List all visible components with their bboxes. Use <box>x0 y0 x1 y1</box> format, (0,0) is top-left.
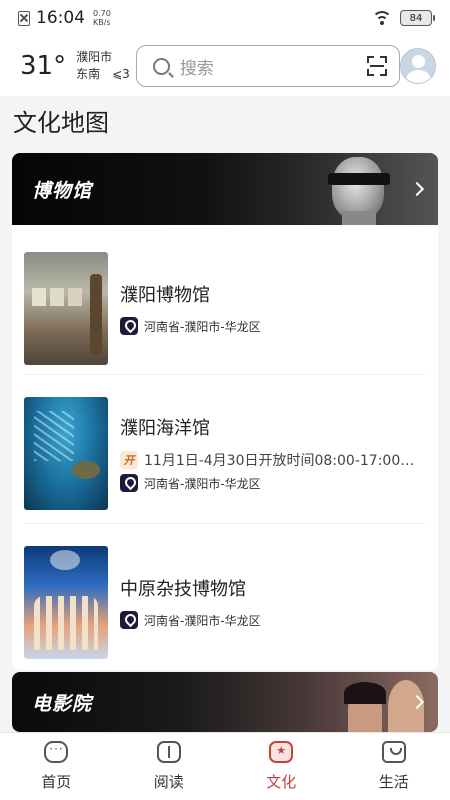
location-icon <box>120 611 138 629</box>
tab-read[interactable]: 阅读 <box>113 733 226 800</box>
cinema-banner[interactable]: 电影院 <box>12 672 438 732</box>
scan-icon[interactable] <box>366 56 387 76</box>
item-name: 濮阳博物馆 <box>120 285 210 306</box>
item-location: 河南省-濮阳市-华龙区 <box>144 476 261 491</box>
museum-section-title: 博物馆 <box>32 179 93 202</box>
city-name: 濮阳市 <box>76 50 113 64</box>
item-name: 中原杂技博物馆 <box>120 579 246 600</box>
tab-label: 文化 <box>266 773 297 791</box>
location-icon <box>120 317 138 335</box>
tab-culture[interactable]: 文化 <box>225 733 338 800</box>
search-icon <box>152 57 170 75</box>
bottom-tab-bar: 首页 阅读 文化 生活 <box>0 732 450 800</box>
list-item-puyang-museum[interactable]: 濮阳博物馆 河南省-濮阳市-华龙区 <box>24 233 426 383</box>
museum-photo <box>24 251 108 365</box>
search-input[interactable]: 搜索 <box>180 54 367 79</box>
divider <box>24 523 426 524</box>
tab-label: 阅读 <box>153 773 184 791</box>
life-icon <box>381 741 406 763</box>
status-time: 16:04 <box>36 8 85 28</box>
wind-direction: 东南 <box>76 67 101 81</box>
top-header: 31° 濮阳市 东南 ⩽3 搜索 <box>0 36 450 96</box>
avatar[interactable] <box>400 48 436 84</box>
status-bar: 16:04 0.70 KB/s 84 <box>0 0 450 36</box>
book-icon <box>156 741 181 763</box>
item-hours: 11月1日-4月30日开放时间08:00-17:00… <box>144 453 415 469</box>
cinema-section: 电影院 <box>12 672 438 732</box>
tab-label: 首页 <box>41 773 72 791</box>
network-speed: 0.70 KB/s <box>93 9 111 27</box>
acrobatics-photo <box>24 545 108 659</box>
tab-label: 生活 <box>378 773 409 791</box>
list-item-puyang-aquarium[interactable]: 濮阳海洋馆 开 11月1日-4月30日开放时间08:00-17:00… 河南省-… <box>24 378 426 528</box>
aquarium-photo <box>24 396 108 510</box>
battery-icon: 84 <box>400 10 435 26</box>
divider <box>24 374 426 375</box>
weather-info: 濮阳市 东南 ⩽3 <box>76 49 130 83</box>
temperature: 31° <box>20 51 67 81</box>
museum-banner[interactable]: 博物馆 <box>12 153 438 225</box>
museum-section: 博物馆 濮阳博物馆 河南省-濮阳市-华龙区 濮阳海洋馆 开 11月1日-4月30… <box>12 153 438 670</box>
item-location: 河南省-濮阳市-华龙区 <box>144 319 261 334</box>
tab-home[interactable]: 首页 <box>0 733 113 800</box>
opening-hours-icon: 开 <box>120 451 138 469</box>
search-bar[interactable]: 搜索 <box>135 45 400 87</box>
culture-icon <box>269 741 294 763</box>
cinema-section-title: 电影院 <box>32 692 93 715</box>
home-icon <box>44 741 69 763</box>
notification-icon <box>18 10 30 26</box>
list-item-acrobatics-museum[interactable]: 中原杂技博物馆 河南省-濮阳市-华龙区 <box>24 527 426 670</box>
wifi-icon <box>372 11 392 25</box>
tab-life[interactable]: 生活 <box>338 733 450 800</box>
page-title: 文化地图 <box>13 109 109 137</box>
location-icon <box>120 474 138 492</box>
wind-level: ⩽3 <box>112 67 130 81</box>
item-name: 濮阳海洋馆 <box>120 418 210 439</box>
item-location: 河南省-濮阳市-华龙区 <box>144 613 261 628</box>
